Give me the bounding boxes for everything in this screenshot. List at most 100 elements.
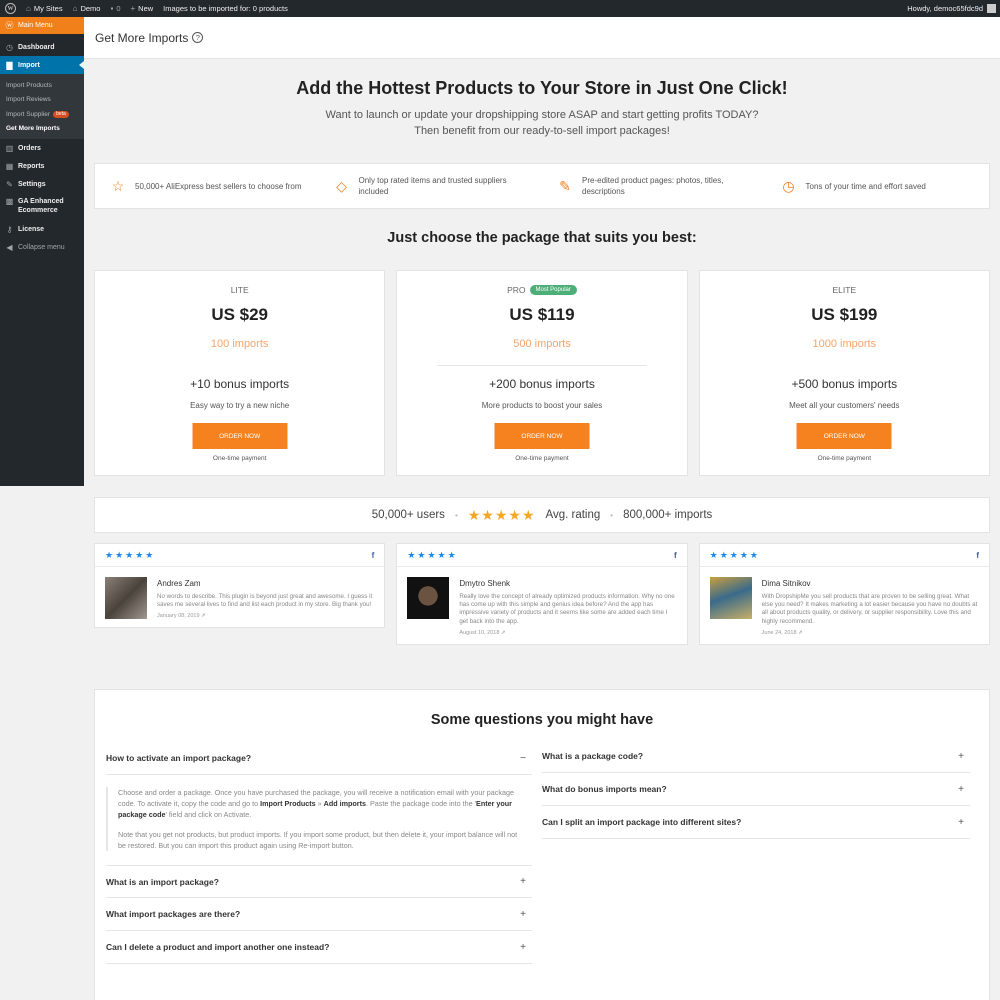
package-price: US $119 [509, 305, 575, 324]
review-date: January 08, 2019 [157, 613, 200, 620]
faq-question-package-code[interactable]: What is a package code? + [542, 740, 970, 773]
import-icon: ▇ [6, 60, 13, 70]
reviews-row: ★★★★★ f Andres Zam No words to describe.… [94, 543, 990, 645]
pencil-icon: ✎ [559, 177, 571, 194]
page-header: Get More Imports ? [84, 17, 1000, 59]
submenu-import-products[interactable]: Import Products [0, 78, 84, 93]
bar-chart-icon: ▦ [5, 161, 14, 171]
sidebar-item-reports[interactable]: ▦ Reports [0, 157, 84, 175]
package-name: LITE [230, 285, 249, 295]
faq-question-bonus-imports[interactable]: What do bonus imports mean? + [542, 773, 970, 806]
faq-question-activate[interactable]: How to activate an import package? − [106, 742, 532, 775]
facebook-icon[interactable]: f [372, 551, 375, 560]
reviewer-name: Andres Zam [157, 579, 201, 588]
faq-question-delete-product[interactable]: Can I delete a product and import anothe… [106, 931, 532, 964]
package-imports: 500 imports [513, 338, 571, 350]
main-content: Add the Hottest Products to Your Store i… [84, 59, 1000, 1000]
sites-icon: ⌂ [26, 4, 31, 13]
link-icon[interactable]: ⇗ [201, 613, 206, 619]
order-now-button-elite[interactable]: ORDER NOW [796, 423, 892, 449]
collapse-menu-button[interactable]: ◀ Collapse menu [0, 238, 84, 256]
review-text: With DropshipMe you sell products that a… [761, 593, 978, 625]
submenu-import-supplier[interactable]: Import Supplier beta [0, 107, 84, 122]
comments-link[interactable]: ▪ 0 [105, 0, 125, 17]
order-now-button-lite[interactable]: ORDER NOW [192, 423, 288, 449]
package-payment-note: One-time payment [817, 455, 872, 462]
users-count: 50,000+ users [371, 509, 445, 521]
package-bonus: +500 bonus imports [791, 377, 898, 391]
package-price: US $29 [211, 305, 269, 324]
link-icon[interactable]: ⇗ [501, 630, 506, 636]
package-name: ELITE [832, 285, 857, 295]
sidebar-item-dashboard[interactable]: ◷ Dashboard [0, 38, 84, 56]
submenu-get-more-imports[interactable]: Get More Imports [0, 122, 84, 137]
imports-count: 800,000+ imports [623, 509, 713, 521]
plus-icon: + [958, 750, 964, 762]
avatar [987, 4, 996, 13]
review-stars-icon: ★★★★★ [709, 549, 760, 560]
ga-icon: ▩ [5, 197, 14, 206]
sidebar-item-settings[interactable]: ✎ Settings [0, 175, 84, 193]
submenu-import-reviews[interactable]: Import Reviews [0, 93, 84, 108]
review-card: ★★★★★ f Dima Sitnikov With DropshipMe yo… [698, 543, 990, 645]
wordpress-icon: ⓦ [5, 21, 14, 30]
help-icon[interactable]: ? [192, 32, 204, 43]
my-sites-link[interactable]: ⌂ My Sites [21, 0, 68, 17]
most-popular-badge: Most Popular [529, 285, 577, 295]
faq-title: Some questions you might have [430, 712, 654, 728]
reviewer-avatar [105, 577, 147, 619]
page-title: Get More Imports [95, 30, 189, 45]
admin-sidebar: ⓦ Main Menu ◷ Dashboard ▇ Import Import Pro… [0, 17, 84, 486]
avg-rating-label: Avg. rating [545, 509, 601, 521]
faq-section: Some questions you might have How to act… [94, 689, 990, 1000]
faq-question-packages-available[interactable]: What import packages are there? + [106, 898, 532, 931]
package-payment-note: One-time payment [515, 455, 569, 462]
plus-icon: + [520, 908, 526, 920]
facebook-icon[interactable]: f [976, 551, 979, 560]
faq-question-split-package[interactable]: Can I split an import package into diffe… [542, 806, 970, 839]
link-icon[interactable]: ⇗ [798, 630, 803, 636]
chart-icon: ▥ [5, 143, 14, 153]
sidebar-item-ga-enhanced[interactable]: ▩ GA Enhanced Ecommerce [0, 193, 84, 220]
faq-column-left: How to activate an import package? − Choo… [106, 742, 532, 964]
wp-logo-menu[interactable]: W [0, 0, 21, 17]
import-notice: Images to be imported for: 0 products [163, 4, 288, 13]
sidebar-item-orders[interactable]: ▥ Orders [0, 139, 84, 157]
package-card-elite: ELITE US $199 1000 imports +500 bonus im… [698, 270, 990, 476]
plus-icon: + [520, 876, 526, 887]
review-card: ★★★★★ f Andres Zam No words to describe.… [94, 543, 386, 629]
key-icon: ⚷ [6, 224, 13, 234]
star-outline-icon: ☆ [111, 177, 125, 194]
package-description: More products to boost your sales [481, 401, 603, 410]
review-date: June 24, 2018 [761, 629, 797, 636]
wrench-icon: ✎ [6, 179, 13, 189]
package-bonus: +200 bonus imports [489, 377, 595, 391]
review-text: No words to describe. This plugin is bey… [157, 593, 373, 609]
features-bar: ☆ 50,000+ AliExpress best sellers to choo… [94, 163, 990, 209]
facebook-icon[interactable]: f [674, 551, 677, 560]
reviewer-name: Dmytro Shenk [459, 579, 511, 588]
package-price: US $199 [811, 305, 878, 324]
import-submenu: Import Products Import Reviews Import Su… [0, 74, 84, 139]
home-icon: ⌂ [72, 4, 78, 13]
new-content-link[interactable]: + New [125, 0, 158, 17]
package-description: Meet all your customers' needs [789, 401, 900, 410]
sidebar-item-import[interactable]: ▇ Import [0, 56, 84, 74]
collapse-icon: ◀ [6, 242, 13, 252]
faq-question-what-is-package[interactable]: What is an import package? + [106, 865, 532, 898]
order-now-button-pro[interactable]: ORDER NOW [494, 423, 590, 449]
separator-dot: • [610, 510, 614, 520]
account-menu[interactable]: Howdy, democ65fdc9d [907, 4, 1000, 13]
package-divider [437, 365, 647, 366]
review-card: ★★★★★ f Dmytro Shenk Really love the con… [396, 543, 688, 645]
admin-bar: W ⌂ My Sites ⌂ Demo ▪ 0 + New Images to be i… [0, 0, 1000, 17]
site-name-link[interactable]: ⌂ Demo [68, 0, 106, 17]
feature-item: ◇ Only top rated items and trusted suppli… [336, 176, 507, 196]
sidebar-item-license[interactable]: ⚷ License [0, 220, 84, 238]
hero-subtitle: Want to launch or update your dropshippi… [325, 109, 759, 137]
reviewer-avatar [407, 577, 450, 619]
sidebar-item-main-menu[interactable]: ⓦ Main Menu [0, 17, 84, 34]
review-stars-icon: ★★★★★ [105, 549, 156, 560]
clock-icon: ◷ [782, 177, 795, 194]
feature-item: ☆ 50,000+ AliExpress best sellers to choo… [111, 177, 302, 194]
